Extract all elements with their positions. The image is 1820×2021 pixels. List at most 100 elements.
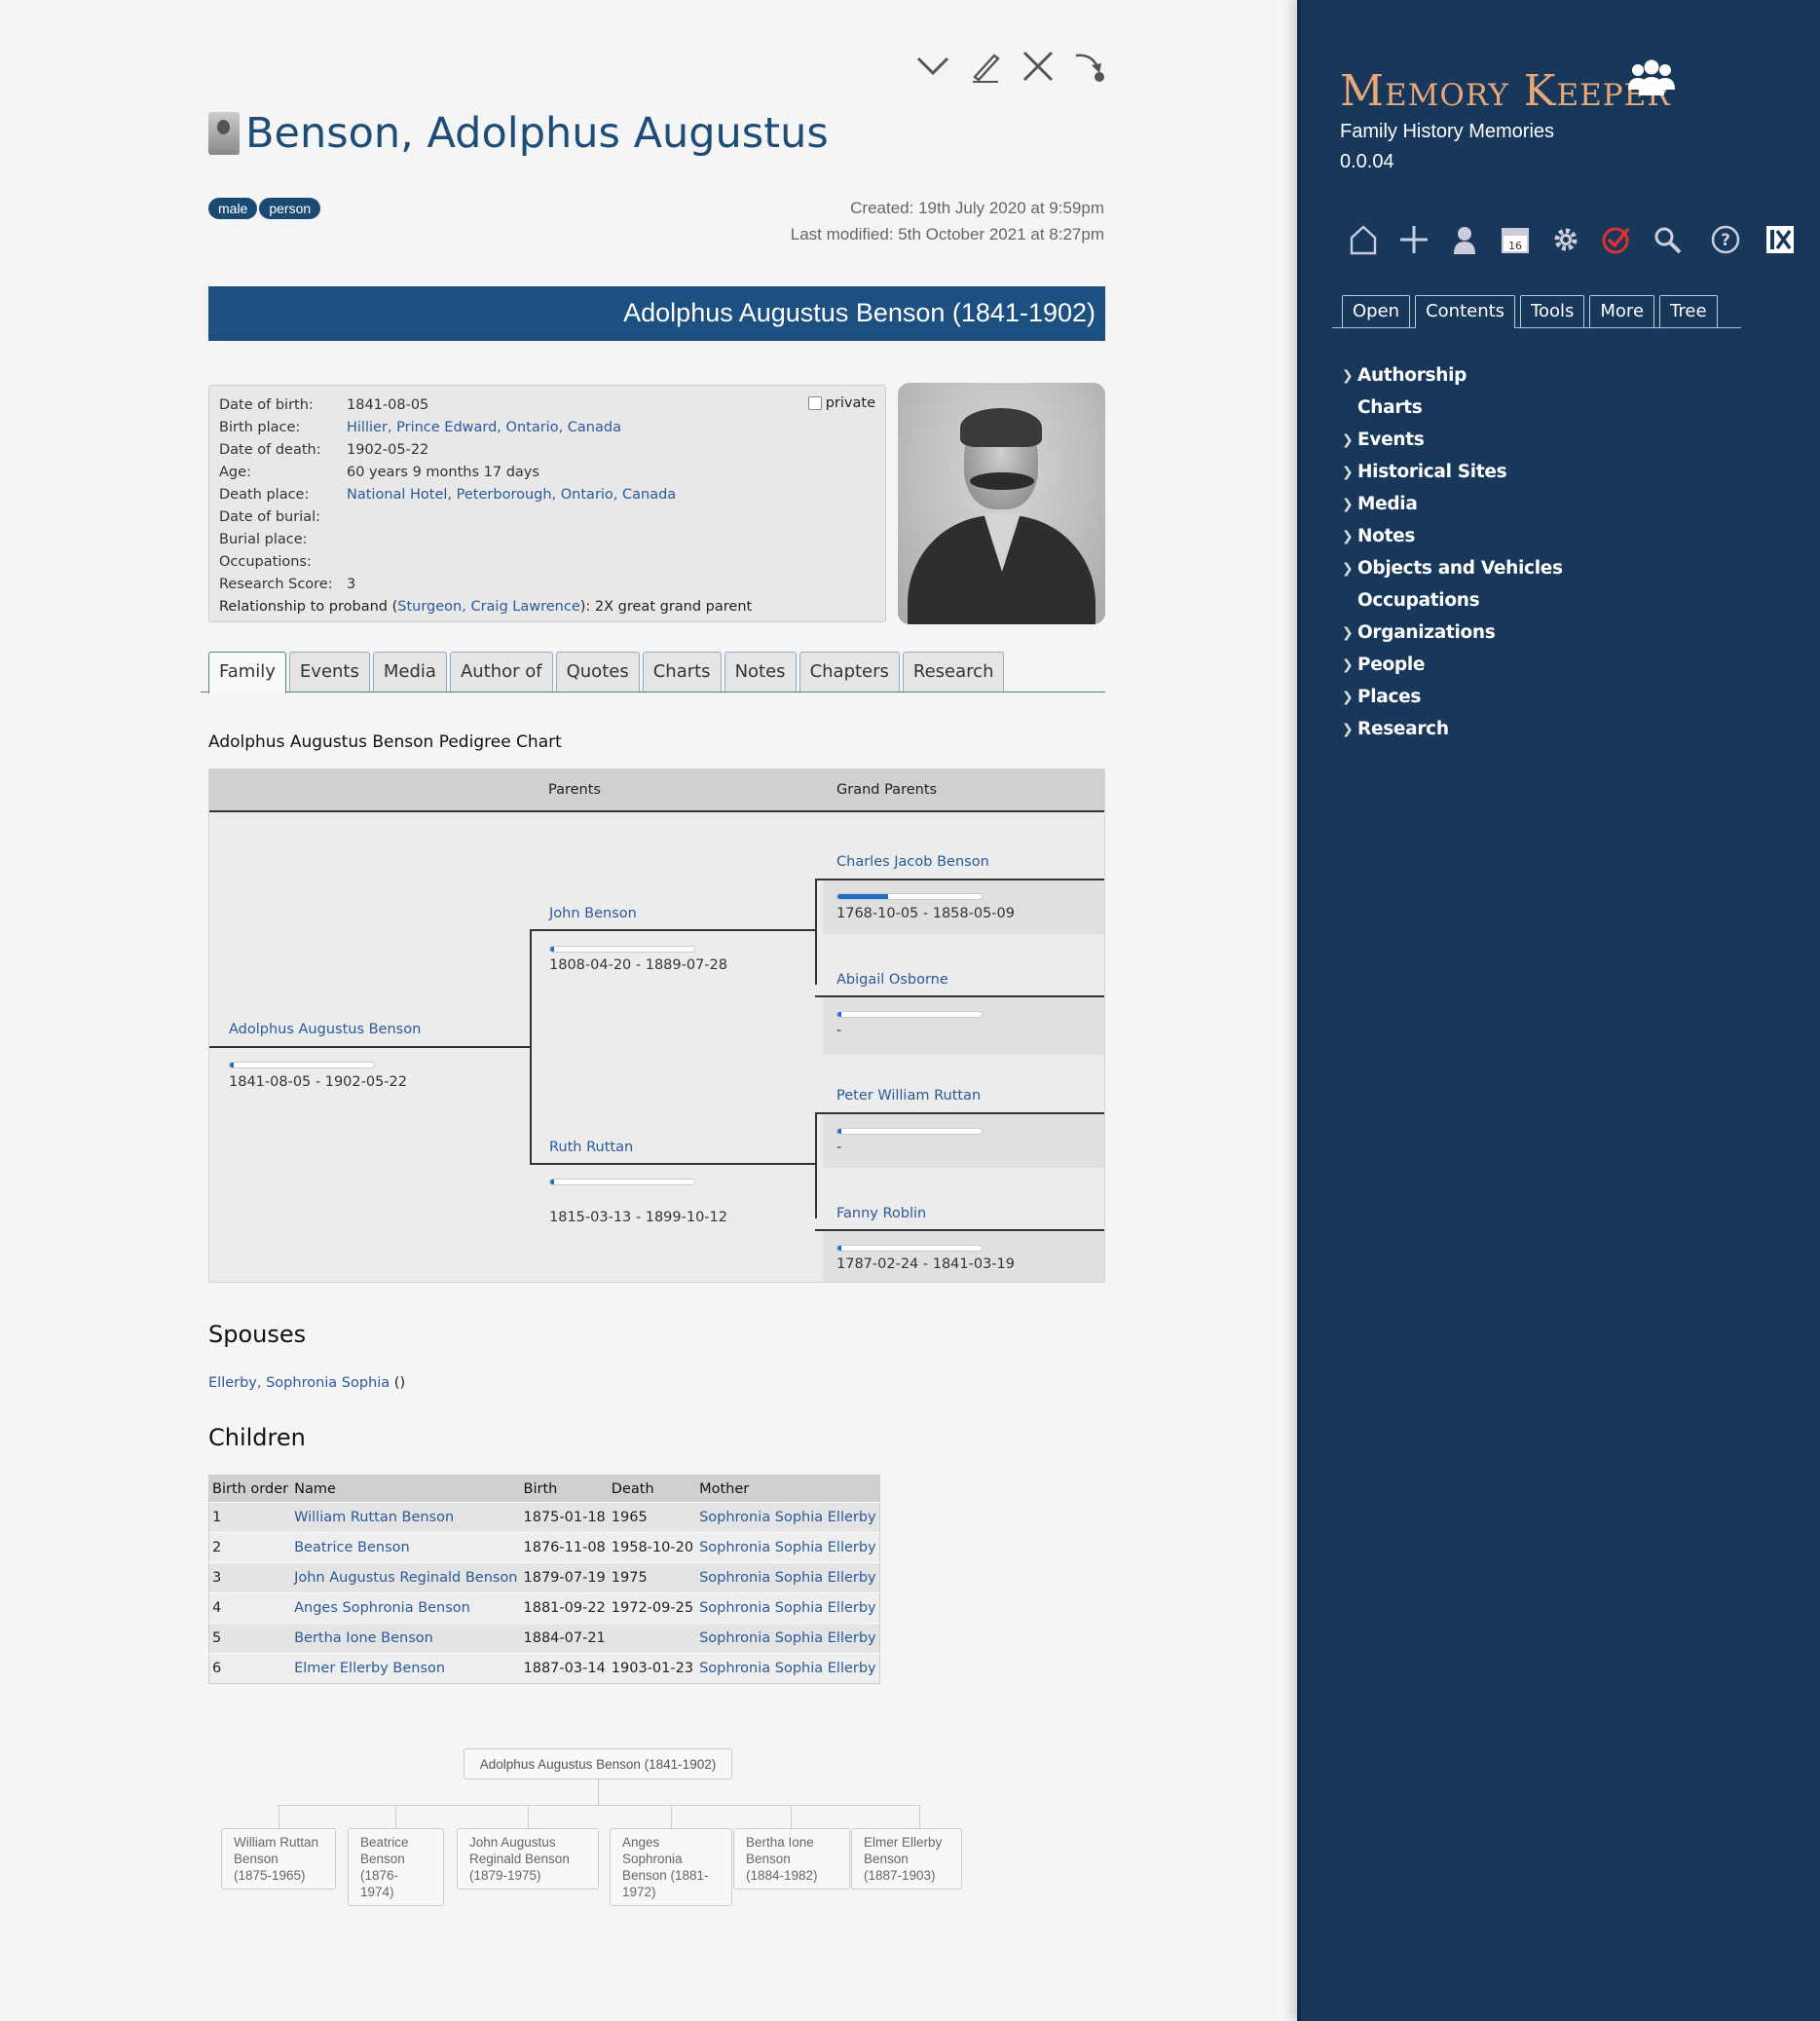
mother-link[interactable]: Sophronia Sophia Ellerby (699, 1540, 876, 1555)
fact-row: Date of burial: (219, 505, 875, 528)
column-header: Birth order (208, 1475, 292, 1503)
sidebar-item-research[interactable]: ❯ Research (1340, 719, 1563, 751)
child-link[interactable]: Elmer Ellerby Benson (294, 1661, 445, 1676)
tab-events[interactable]: Events (288, 652, 370, 692)
tab-quotes[interactable]: Quotes (555, 652, 640, 692)
mother-link[interactable]: Sophronia Sophia Ellerby (699, 1510, 876, 1525)
tab-family[interactable]: Family (208, 652, 286, 693)
close-icon[interactable] (1019, 45, 1058, 88)
fact-label: Date of death: (219, 441, 321, 458)
sidebar-item-occupations[interactable]: Occupations (1340, 590, 1563, 622)
pedigree-connector (530, 929, 816, 931)
tree-child-node[interactable]: Elmer Ellerby Benson (1887-1903) (851, 1828, 962, 1890)
pedigree-connector (815, 1113, 817, 1163)
sidebar-item-places[interactable]: ❯ Places (1340, 687, 1563, 719)
spouse-link[interactable]: Ellerby, Sophronia Sophia (208, 1375, 390, 1391)
sidebar-item-label: Research (1357, 719, 1449, 739)
table-cell: 1881-09-22 (520, 1592, 609, 1624)
sidebar-item-authorship[interactable]: ❯ Authorship (1340, 365, 1563, 397)
sidebar-tab-tree[interactable]: Tree (1659, 295, 1718, 328)
child-link[interactable]: Bertha Ione Benson (294, 1630, 433, 1646)
add-icon[interactable] (1389, 220, 1439, 259)
fact-label: Date of burial: (219, 508, 321, 525)
export-icon[interactable] (1071, 45, 1110, 88)
tree-child-node[interactable]: Beatrice Benson (1876- 1974) (348, 1828, 444, 1906)
pedigree-person-pgf[interactable]: Charles Jacob Benson (836, 854, 989, 870)
chevron-down-icon[interactable] (913, 45, 952, 88)
child-link[interactable]: Beatrice Benson (294, 1540, 410, 1555)
pedigree-person-father[interactable]: John Benson (549, 906, 637, 921)
mother-link[interactable]: Sophronia Sophia Ellerby (699, 1661, 876, 1676)
help-icon[interactable]: ? (1700, 220, 1751, 259)
private-checkbox[interactable] (807, 396, 822, 410)
sidebar-item-charts[interactable]: Charts (1340, 397, 1563, 430)
private-label: private (825, 395, 875, 411)
tag-person[interactable]: person (259, 198, 321, 219)
person-icon[interactable] (1439, 220, 1490, 259)
mother-link[interactable]: Sophronia Sophia Ellerby (699, 1570, 876, 1586)
close-panel-icon[interactable] (1755, 220, 1805, 259)
col-grandparents: Grand Parents (836, 782, 938, 798)
tab-notes[interactable]: Notes (724, 652, 797, 692)
pedigree-person-mgf[interactable]: Peter William Ruttan (836, 1088, 981, 1104)
sidebar-tab-tools[interactable]: Tools (1520, 295, 1585, 328)
pedigree-connector (815, 1163, 817, 1218)
sidebar-tab-contents[interactable]: Contents (1415, 295, 1516, 328)
tree-node-line: Benson (234, 1852, 279, 1866)
mother-link[interactable]: Sophronia Sophia Ellerby (699, 1630, 876, 1646)
edit-icon[interactable] (966, 45, 1005, 88)
sidebar-item-people[interactable]: ❯ People (1340, 655, 1563, 687)
calendar-icon[interactable]: 16 (1490, 220, 1541, 259)
check-icon[interactable] (1591, 220, 1642, 259)
portrait-photo[interactable] (898, 383, 1105, 624)
table-cell: 1876-11-08 (520, 1532, 609, 1563)
tree-node-line: (1879-1975) (469, 1868, 541, 1883)
pedigree-dates: 1841-08-05 - 1902-05-22 (229, 1074, 407, 1090)
table-row: 3 John Augustus Reginald Benson 1879-07-19… (208, 1562, 880, 1593)
fact-row: Birth place: Hillier, Prince Edward, Onta… (219, 416, 875, 438)
tree-child-node[interactable]: Bertha Ione Benson (1884-1982) (733, 1828, 850, 1890)
sidebar-item-notes[interactable]: ❯ Notes (1340, 526, 1563, 558)
gear-icon[interactable] (1541, 220, 1591, 259)
sidebar-tab-open[interactable]: Open (1342, 295, 1411, 328)
app-title[interactable]: Memory Keeper (1340, 66, 1671, 116)
tab-author-of[interactable]: Author of (449, 652, 553, 692)
tree-child-node[interactable]: William Ruttan Benson (1875-1965) (221, 1828, 336, 1890)
table-cell: 1903-01-23 (608, 1653, 697, 1684)
sidebar-item-media[interactable]: ❯ Media (1340, 494, 1563, 526)
mother-link[interactable]: Sophronia Sophia Ellerby (699, 1600, 876, 1616)
tab-chapters[interactable]: Chapters (799, 652, 900, 692)
home-icon[interactable] (1338, 220, 1389, 259)
child-link[interactable]: Anges Sophronia Benson (294, 1600, 470, 1616)
pedigree-person-self[interactable]: Adolphus Augustus Benson (229, 1022, 421, 1037)
search-icon[interactable] (1642, 220, 1692, 259)
tab-charts[interactable]: Charts (642, 652, 722, 692)
tree-node-line: John Augustus (469, 1835, 556, 1850)
child-link[interactable]: William Ruttan Benson (294, 1510, 454, 1525)
sidebar-item-organizations[interactable]: ❯ Organizations (1340, 622, 1563, 655)
private-toggle[interactable]: private (807, 395, 875, 411)
fact-row: Date of death: 1902-05-22 (219, 438, 875, 461)
proband-link[interactable]: Sturgeon, Craig Lawrence (397, 599, 579, 615)
table-cell: 1958-10-20 (608, 1532, 697, 1563)
tree-child-node[interactable]: John Augustus Reginald Benson (1879-1975) (457, 1828, 599, 1890)
table-row: 1 William Ruttan Benson 1875-01-18 1965 Soph… (208, 1502, 880, 1533)
sidebar-tab-more[interactable]: More (1589, 295, 1655, 328)
spouse-suffix: () (390, 1375, 406, 1391)
sidebar-item-historical-sites[interactable]: ❯ Historical Sites (1340, 462, 1563, 494)
fact-place-link[interactable]: Hillier, Prince Edward, Ontario, Canada (347, 420, 621, 435)
col-parents: Parents (548, 782, 601, 798)
pedigree-person-pgm[interactable]: Abigail Osborne (836, 972, 948, 988)
tab-media[interactable]: Media (372, 652, 447, 692)
tab-research[interactable]: Research (902, 652, 1005, 692)
fact-place-link[interactable]: National Hotel, Peterborough, Ontario, C… (347, 487, 676, 503)
tag-male[interactable]: male (208, 198, 258, 219)
sidebar-item-objects-and-vehicles[interactable]: ❯ Objects and Vehicles (1340, 558, 1563, 590)
research-score-fill (837, 1129, 842, 1134)
tree-child-node[interactable]: Anges Sophronia Benson (1881- 1972) (610, 1828, 732, 1906)
tree-root-node[interactable]: Adolphus Augustus Benson (1841-1902) (464, 1748, 732, 1779)
sidebar-item-events[interactable]: ❯ Events (1340, 430, 1563, 462)
pedigree-person-mgm[interactable]: Fanny Roblin (836, 1206, 926, 1221)
pedigree-person-mother[interactable]: Ruth Ruttan (549, 1140, 633, 1155)
child-link[interactable]: John Augustus Reginald Benson (294, 1570, 517, 1586)
